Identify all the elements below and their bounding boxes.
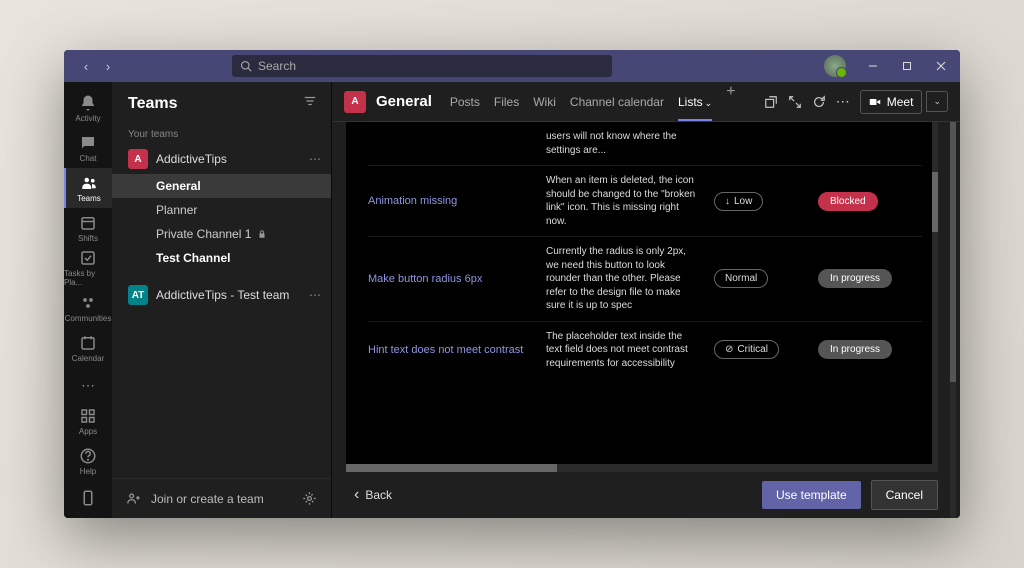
back-button[interactable]: Back [354,486,392,504]
team-addictivetips[interactable]: A AddictiveTips ⋯ [112,144,331,174]
priority-badge: Normal [714,269,768,288]
list-row[interactable]: Hint text does not meet contrast The pla… [368,322,922,379]
issue-title-link[interactable]: Make button radius 6px [368,273,528,285]
status-badge: In progress [818,269,892,288]
issue-description: The placeholder text inside the text fie… [546,330,696,371]
channel-private-1[interactable]: Private Channel 1 [112,222,331,246]
search-icon [240,60,252,72]
join-team-button[interactable]: Join or create a team [151,492,292,506]
tab-channel-calendar[interactable]: Channel calendar [570,83,664,121]
search-placeholder: Search [258,59,296,73]
channel-general[interactable]: General [112,174,331,198]
app-window: ‹ › Search Activity Chat [64,50,960,518]
mobile-icon [79,489,97,507]
tab-files[interactable]: Files [494,83,519,121]
chevron-down-icon: ⌄ [705,98,713,108]
shifts-icon [79,214,97,232]
apps-icon [79,407,97,425]
team-more-icon[interactable]: ⋯ [309,288,321,302]
window-maximize[interactable] [892,52,922,80]
meet-dropdown[interactable]: ⌄ [926,91,948,112]
teams-sidebar: Teams Your teams A AddictiveTips ⋯ Gener… [112,82,332,518]
lock-icon [257,229,267,239]
cancel-button[interactable]: Cancel [871,480,938,510]
rail-calendar[interactable]: Calendar [64,329,112,369]
channel-avatar: A [344,91,366,113]
horizontal-scrollbar[interactable] [346,464,932,472]
communities-icon [79,294,97,312]
channel-title: General [376,93,432,110]
channel-header: A General Posts Files Wiki Channel calen… [332,82,960,122]
content-footer: Back Use template Cancel [346,478,946,512]
bell-icon [79,94,97,112]
team-avatar: A [128,149,148,169]
team-avatar: AT [128,285,148,305]
team-more-icon[interactable]: ⋯ [309,152,321,166]
rail-chat[interactable]: Chat [64,128,112,168]
issue-description: Currently the radius is only 2px, we nee… [546,245,696,313]
video-icon [869,96,881,108]
tab-posts[interactable]: Posts [450,83,480,121]
list-row[interactable]: Make button radius 6px Currently the rad… [368,237,922,322]
list-view: users will not know where the settings a… [346,122,932,472]
help-icon [79,447,97,465]
your-teams-label: Your teams [112,123,331,144]
nav-forward[interactable]: › [98,56,118,76]
sidebar-title: Teams [128,95,178,113]
calendar-icon [79,334,97,352]
issue-title-link[interactable]: Animation missing [368,195,528,207]
app-rail: Activity Chat Teams Shifts Tasks by Pla.… [64,82,112,518]
status-badge: Blocked [818,192,878,211]
rail-apps[interactable]: Apps [64,402,112,442]
rail-tasks[interactable]: Tasks by Pla... [64,248,112,288]
window-minimize[interactable] [858,52,888,80]
pop-out-icon[interactable] [764,95,778,109]
status-badge: In progress [818,340,892,359]
rail-mobile[interactable] [64,482,112,514]
priority-badge: Critical [714,340,779,359]
user-avatar[interactable] [824,55,846,77]
list-row[interactable]: Animation missing When an item is delete… [368,166,922,237]
inner-vertical-scrollbar[interactable] [932,122,938,472]
search-input[interactable]: Search [232,55,612,77]
chat-icon [79,134,97,152]
titlebar: ‹ › Search [64,50,960,82]
rail-activity[interactable]: Activity [64,88,112,128]
sidebar-footer: Join or create a team [112,478,331,518]
teams-icon [80,174,98,192]
partial-description: users will not know where the settings a… [546,130,696,157]
nav-back[interactable]: ‹ [76,56,96,76]
more-icon[interactable]: ⋯ [836,93,850,110]
outer-vertical-scrollbar[interactable] [950,122,956,518]
tasks-icon [79,249,97,267]
add-tab-button[interactable]: + [726,83,735,121]
rail-communities[interactable]: Communities [64,289,112,329]
join-team-icon [126,491,141,506]
rail-more[interactable]: ⋯ [81,369,95,402]
team-addictivetips-test[interactable]: AT AddictiveTips - Test team ⋯ [112,280,331,310]
priority-badge: Low [714,192,763,211]
window-close[interactable] [926,52,956,80]
expand-icon[interactable] [788,95,802,109]
refresh-icon[interactable] [812,95,826,109]
meet-button[interactable]: Meet [860,90,923,114]
channel-planner[interactable]: Planner [112,198,331,222]
use-template-button[interactable]: Use template [762,481,861,509]
settings-icon[interactable] [302,491,317,506]
content-area: A General Posts Files Wiki Channel calen… [332,82,960,518]
filter-icon[interactable] [303,94,317,113]
tab-wiki[interactable]: Wiki [533,83,556,121]
rail-help[interactable]: Help [64,442,112,482]
issue-title-link[interactable]: Hint text does not meet contrast [368,344,528,356]
rail-teams[interactable]: Teams [64,168,112,208]
issue-description: When an item is deleted, the icon should… [546,174,696,228]
tab-lists[interactable]: Lists⌄ [678,83,712,121]
rail-shifts[interactable]: Shifts [64,208,112,248]
channel-test[interactable]: Test Channel [112,246,331,270]
